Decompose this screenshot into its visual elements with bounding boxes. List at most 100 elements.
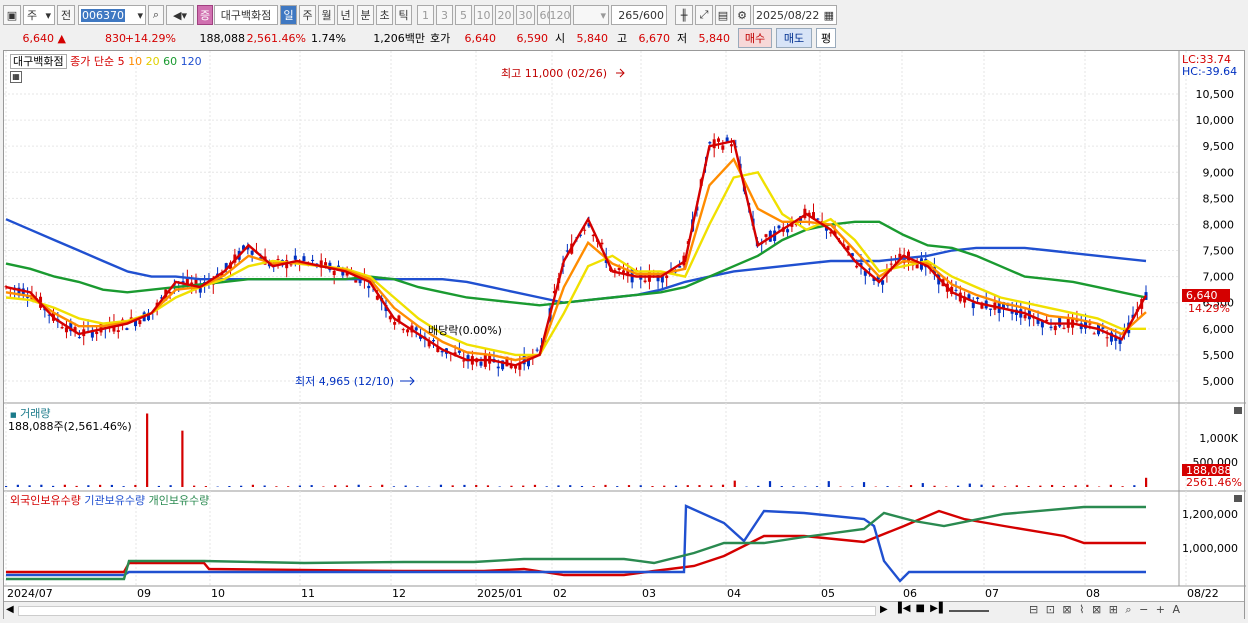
holder-axis-label: 1,000,000 [1182,542,1238,555]
chart-area: 10,50010,0009,5009,0008,5008,0007,5007,0… [3,50,1245,619]
buy-button[interactable]: 매수 [738,28,772,48]
current-price-tag-text: 6,640 [1186,289,1218,302]
volume-bar [651,486,653,487]
candle-body [125,328,128,330]
period-tick[interactable]: 틱 [395,5,412,25]
volume-bar [475,485,477,487]
volume-bar [675,486,677,487]
draw-icon[interactable]: ⤢ [695,5,713,25]
volume-bar [369,486,371,487]
table-icon[interactable]: ▦ [10,71,22,83]
volume-bar [792,486,794,487]
candle-body [708,142,711,143]
candle-icon[interactable]: ╫ [675,5,693,25]
candle-body [1024,315,1027,318]
window-icon[interactable]: ▣ [3,5,21,25]
speaker-icon[interactable]: ◀▾ [166,5,194,25]
x-axis-label: 05 [821,587,835,600]
scroll-right-icon[interactable]: ▶ [880,604,888,615]
sell-button[interactable]: 매도 [776,28,812,48]
count-field[interactable]: 265/600 [611,5,667,25]
dividend-annotation: 배당락(0.00%) [428,324,502,337]
prev-button[interactable]: 전 [57,5,75,25]
volume-bar [275,486,277,487]
candle-body [277,259,280,260]
market-label: 주 [27,7,37,23]
price-axis-label: 5,000 [1203,375,1235,388]
volume-bar [146,414,148,488]
stock-name-label[interactable]: 대구백화점 [10,54,67,69]
search-icon[interactable]: ⌕ [148,5,164,25]
volume-bar [581,486,583,487]
volume-bar [980,485,982,487]
interval-30[interactable]: 30 [516,5,535,25]
scroll-track[interactable] [18,606,876,616]
x-axis-label: 08/22 [1187,587,1219,600]
period-second[interactable]: 초 [376,5,393,25]
interval-1[interactable]: 1 [417,5,434,25]
hoga-label: 호가 [430,28,456,48]
playback-controls[interactable]: ▐◀ ■ ▶▌ [894,603,948,614]
candle-body [406,329,409,332]
interval-3[interactable]: 3 [436,5,453,25]
eval-button[interactable]: 평 [816,28,836,48]
interval-5[interactable]: 5 [455,5,472,25]
price-axis-label: 7,000 [1203,271,1235,284]
low-price: 5,840 [690,28,730,48]
volume-bar [134,485,136,487]
tool-icons[interactable]: ⊟ ⊡ ⊠ ⌇ ⊠ ⊞ ⌕ − + A [1029,603,1182,617]
market-select[interactable]: 주▾ [23,5,55,25]
volume-bar [52,486,54,487]
stock-name: 대구백화점 [214,5,278,25]
volume-info: 188,088주(2,561.46%) [8,418,132,434]
scroll-left-icon[interactable]: ◀ [6,604,14,615]
candle-body [1106,337,1109,338]
chart-svg: 10,50010,0009,5009,0008,5008,0007,5007,0… [4,51,1246,620]
ma60-label: 60 [163,55,177,68]
volume-bar [604,485,606,487]
volume-bar [334,485,336,487]
volume-bar [287,486,289,487]
volume-bar [722,485,724,487]
save-icon[interactable]: ▤ [715,5,731,25]
volume-bar [1086,485,1088,487]
zoom-slider[interactable] [949,610,989,612]
volume-bar [698,485,700,487]
date-field[interactable]: 2025/08/22▦ [753,5,837,25]
period-year[interactable]: 년 [337,5,354,25]
interval-dropdown[interactable]: ▾ [573,5,609,25]
price-axis-label: 8,000 [1203,218,1235,231]
turnover-rate: 1.74% [308,28,346,48]
volume-bar [252,485,254,487]
volume-bar [228,486,230,487]
period-day[interactable]: 일 [280,5,297,25]
candle-body [536,350,539,351]
volume-bar [522,486,524,487]
candle-body [302,256,305,261]
period-month[interactable]: 월 [318,5,335,25]
x-axis-label: 06 [903,587,917,600]
period-week[interactable]: 주 [299,5,316,25]
volume-bar [922,483,924,487]
volume-panel-close-icon[interactable] [1234,407,1242,414]
gear-icon[interactable]: ⚙ [733,5,751,25]
x-axis-label: 2025/01 [477,587,523,600]
holder-panel-close-icon[interactable] [1234,495,1242,502]
candle-body [61,327,64,328]
code-input[interactable]: 006370▾ [78,5,146,25]
interval-10[interactable]: 10 [474,5,493,25]
volume-bar [886,486,888,487]
period-minute[interactable]: 분 [357,5,374,25]
candle-body [721,145,724,149]
price-axis-label: 9,000 [1203,166,1235,179]
volume-bar [405,486,407,487]
interval-20[interactable]: 20 [495,5,514,25]
volume-bar [299,485,301,487]
volume-bar [1145,478,1147,487]
volume-bar [628,485,630,487]
change-value: 830 [78,28,126,48]
candle-body [402,329,405,330]
interval-120[interactable]: 120 [549,5,571,25]
candle-body [955,290,958,291]
open-price: 5,840 [568,28,608,48]
